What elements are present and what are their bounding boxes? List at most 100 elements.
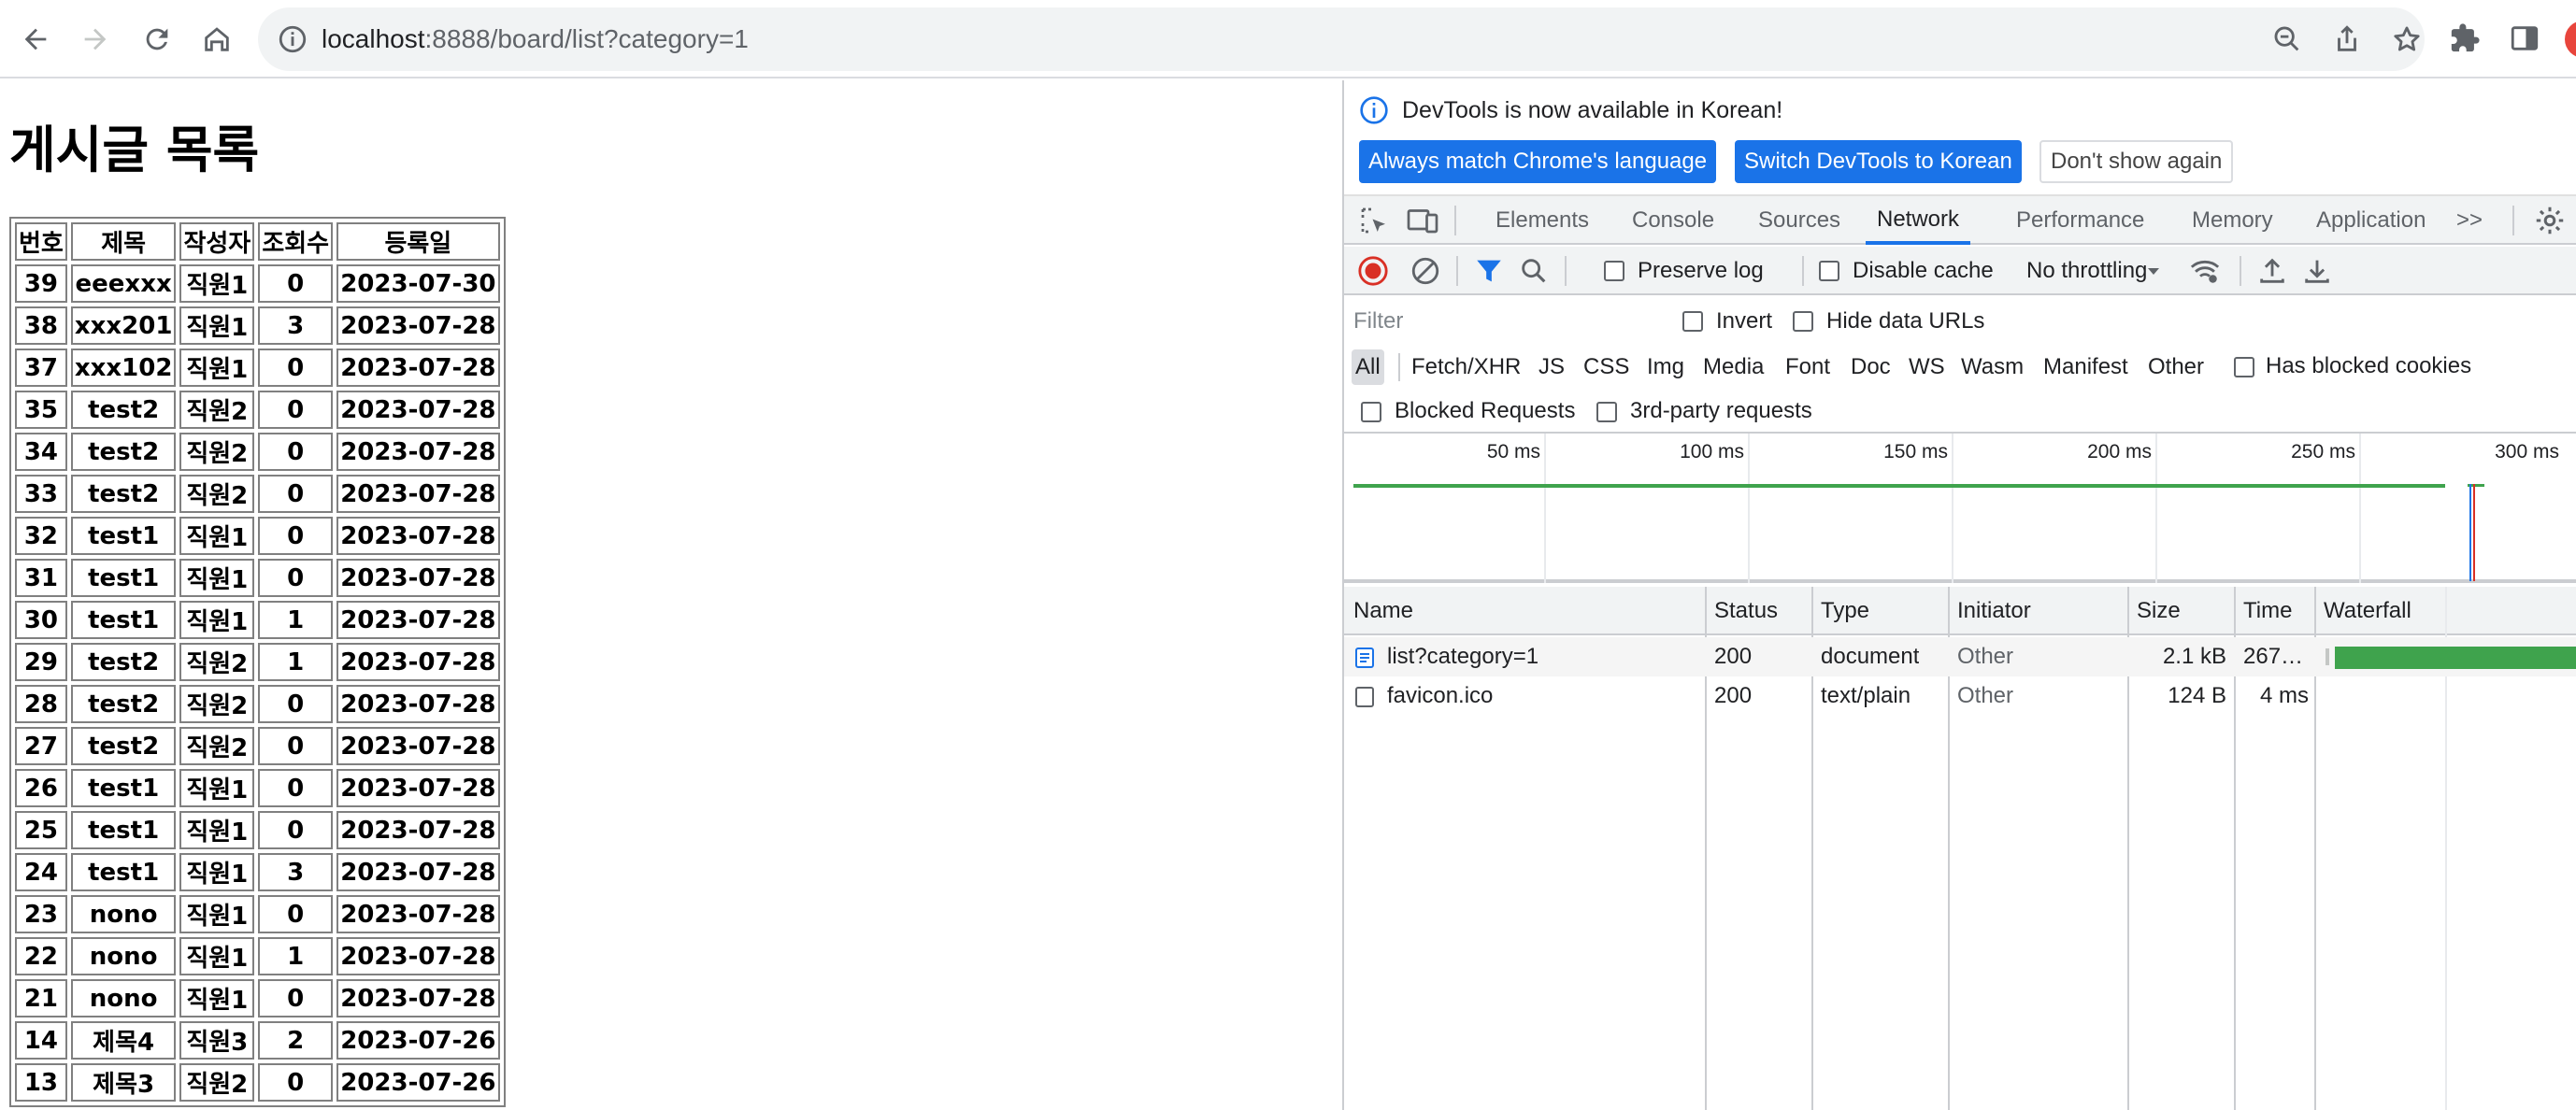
column-header-size[interactable]: Size: [2137, 587, 2181, 635]
type-filter-ws[interactable]: WS: [1909, 349, 1945, 385]
url-text[interactable]: localhost:8888/board/list?category=1: [322, 7, 749, 71]
switch-to-korean-button[interactable]: Switch DevTools to Korean: [1735, 140, 2022, 183]
extensions-puzzle-icon[interactable]: [2449, 22, 2481, 54]
cell-writer: 직원1: [179, 811, 255, 849]
more-tabs-button[interactable]: >>: [2456, 196, 2483, 245]
type-filter-fetch-xhr[interactable]: Fetch/XHR: [1411, 349, 1521, 385]
header-title: 제목: [70, 222, 177, 261]
always-match-language-button[interactable]: Always match Chrome's language: [1359, 140, 1717, 183]
cell-writer: 직원1: [179, 769, 255, 807]
network-overview-timeline[interactable]: 50 ms 100 ms 150 ms 200 ms 250 ms 300 ms: [1344, 434, 2576, 583]
type-filter-js[interactable]: JS: [1538, 349, 1565, 385]
preserve-log-checkbox[interactable]: [1604, 261, 1624, 281]
site-info-icon[interactable]: [277, 23, 308, 55]
column-header-status[interactable]: Status: [1714, 587, 1778, 635]
invert-checkbox[interactable]: [1682, 311, 1703, 332]
cell-date: 2023-07-28: [336, 601, 500, 639]
type-filter-font[interactable]: Font: [1785, 349, 1830, 385]
search-icon[interactable]: [1518, 255, 1550, 287]
tab-network[interactable]: Network: [1866, 196, 1971, 245]
waterfall-queue-segment: [2326, 648, 2329, 665]
disable-cache-checkbox[interactable]: [1819, 261, 1839, 281]
cell-date: 2023-07-28: [336, 349, 500, 387]
profile-avatar[interactable]: [2565, 21, 2576, 58]
cell-writer: 직원2: [179, 1063, 255, 1102]
timeline-tick-label: 150 ms: [1883, 441, 1948, 462]
back-button[interactable]: [11, 15, 60, 64]
third-party-requests-label: 3rd-party requests: [1630, 398, 1812, 423]
filter-input[interactable]: Filter: [1350, 305, 1658, 338]
clear-log-icon[interactable]: [1410, 255, 1441, 287]
cell-title: test1: [70, 517, 177, 555]
column-header-type[interactable]: Type: [1821, 587, 1869, 635]
column-header-time[interactable]: Time: [2243, 587, 2292, 635]
table-row: 13 제목3 직원2 0 2023-07-26: [15, 1063, 500, 1102]
column-header-waterfall[interactable]: Waterfall: [2324, 587, 2411, 635]
cell-title: test1: [70, 811, 177, 849]
tab-elements[interactable]: Elements: [1496, 196, 1589, 245]
inspect-element-icon[interactable]: [1357, 204, 1391, 237]
request-row[interactable]: list?category=1 200 document Other 2.1 k…: [1344, 637, 2576, 676]
import-har-icon[interactable]: [2256, 255, 2288, 287]
devtools-language-infobar: DevTools is now available in Korean! Alw…: [1344, 80, 2576, 196]
cell-writer: 직원2: [179, 727, 255, 765]
tab-sources[interactable]: Sources: [1758, 196, 1840, 245]
throttling-dropdown-icon[interactable]: [2142, 255, 2165, 287]
type-filter-doc[interactable]: Doc: [1851, 349, 1891, 385]
cell-writer: 직원1: [179, 601, 255, 639]
cell-views: 1: [258, 643, 334, 681]
preserve-log-label: Preserve log: [1638, 258, 1764, 283]
cell-title: test2: [70, 475, 177, 513]
export-har-icon[interactable]: [2301, 255, 2333, 287]
tab-performance[interactable]: Performance: [2016, 196, 2144, 245]
table-row: 23 nono 직원1 0 2023-07-28: [15, 895, 500, 933]
type-filter-media[interactable]: Media: [1703, 349, 1764, 385]
stop-recording-icon[interactable]: [1357, 255, 1389, 287]
hide-data-urls-checkbox[interactable]: [1793, 311, 1813, 332]
document-file-icon: [1355, 648, 1374, 668]
tab-application[interactable]: Application: [2316, 196, 2426, 245]
side-panel-icon[interactable]: [2509, 22, 2540, 54]
bookmark-star-icon[interactable]: [2391, 23, 2423, 55]
share-icon[interactable]: [2331, 23, 2363, 55]
control-divider: [1456, 256, 1458, 286]
home-button[interactable]: [193, 15, 241, 64]
blocked-requests-checkbox[interactable]: [1361, 402, 1381, 422]
forward-button[interactable]: [71, 15, 120, 64]
network-conditions-icon[interactable]: [2189, 255, 2221, 287]
cell-date: 2023-07-28: [336, 517, 500, 555]
type-filter-manifest[interactable]: Manifest: [2043, 349, 2128, 385]
type-filter-wasm[interactable]: Wasm: [1961, 349, 2024, 385]
request-row[interactable]: favicon.ico 200 text/plain Other 124 B 4…: [1344, 676, 2576, 716]
network-filter-bar: Filter Invert Hide data URLs All Fetch/X…: [1344, 297, 2576, 434]
third-party-requests-checkbox[interactable]: [1596, 402, 1617, 422]
dont-show-again-button[interactable]: Don't show again: [2039, 140, 2234, 183]
cell-number: 25: [15, 811, 67, 849]
type-filter-other[interactable]: Other: [2148, 349, 2204, 385]
column-header-name[interactable]: Name: [1353, 587, 1413, 635]
throttling-select[interactable]: No throttling: [2026, 258, 2147, 284]
info-icon: [1360, 96, 1388, 124]
page-title: 게시글 목록: [9, 121, 260, 179]
tab-console[interactable]: Console: [1632, 196, 1714, 245]
cell-views: 0: [258, 811, 334, 849]
type-filter-all[interactable]: All: [1352, 349, 1384, 385]
address-bar[interactable]: localhost:8888/board/list?category=1: [258, 7, 2425, 71]
settings-gear-icon[interactable]: [2533, 204, 2567, 237]
type-filter-img[interactable]: Img: [1647, 349, 1684, 385]
filter-funnel-icon[interactable]: [1473, 255, 1505, 287]
cell-writer: 직원1: [179, 264, 255, 303]
column-header-initiator[interactable]: Initiator: [1957, 587, 2031, 635]
timeline-tick-label: 200 ms: [2087, 441, 2152, 462]
tab-memory[interactable]: Memory: [2192, 196, 2273, 245]
zoom-out-icon[interactable]: [2271, 23, 2303, 55]
device-toolbar-icon[interactable]: [1406, 204, 1439, 237]
type-filter-css[interactable]: CSS: [1583, 349, 1629, 385]
reload-button[interactable]: [133, 15, 181, 64]
tab-bar-divider: [2512, 206, 2514, 235]
cell-number: 35: [15, 391, 67, 429]
cell-date: 2023-07-28: [336, 727, 500, 765]
has-blocked-cookies-checkbox[interactable]: [2234, 357, 2254, 377]
table-header-row: 번호 제목 작성자 조회수 등록일: [15, 222, 500, 261]
timeline-gridline: [1952, 434, 1953, 583]
